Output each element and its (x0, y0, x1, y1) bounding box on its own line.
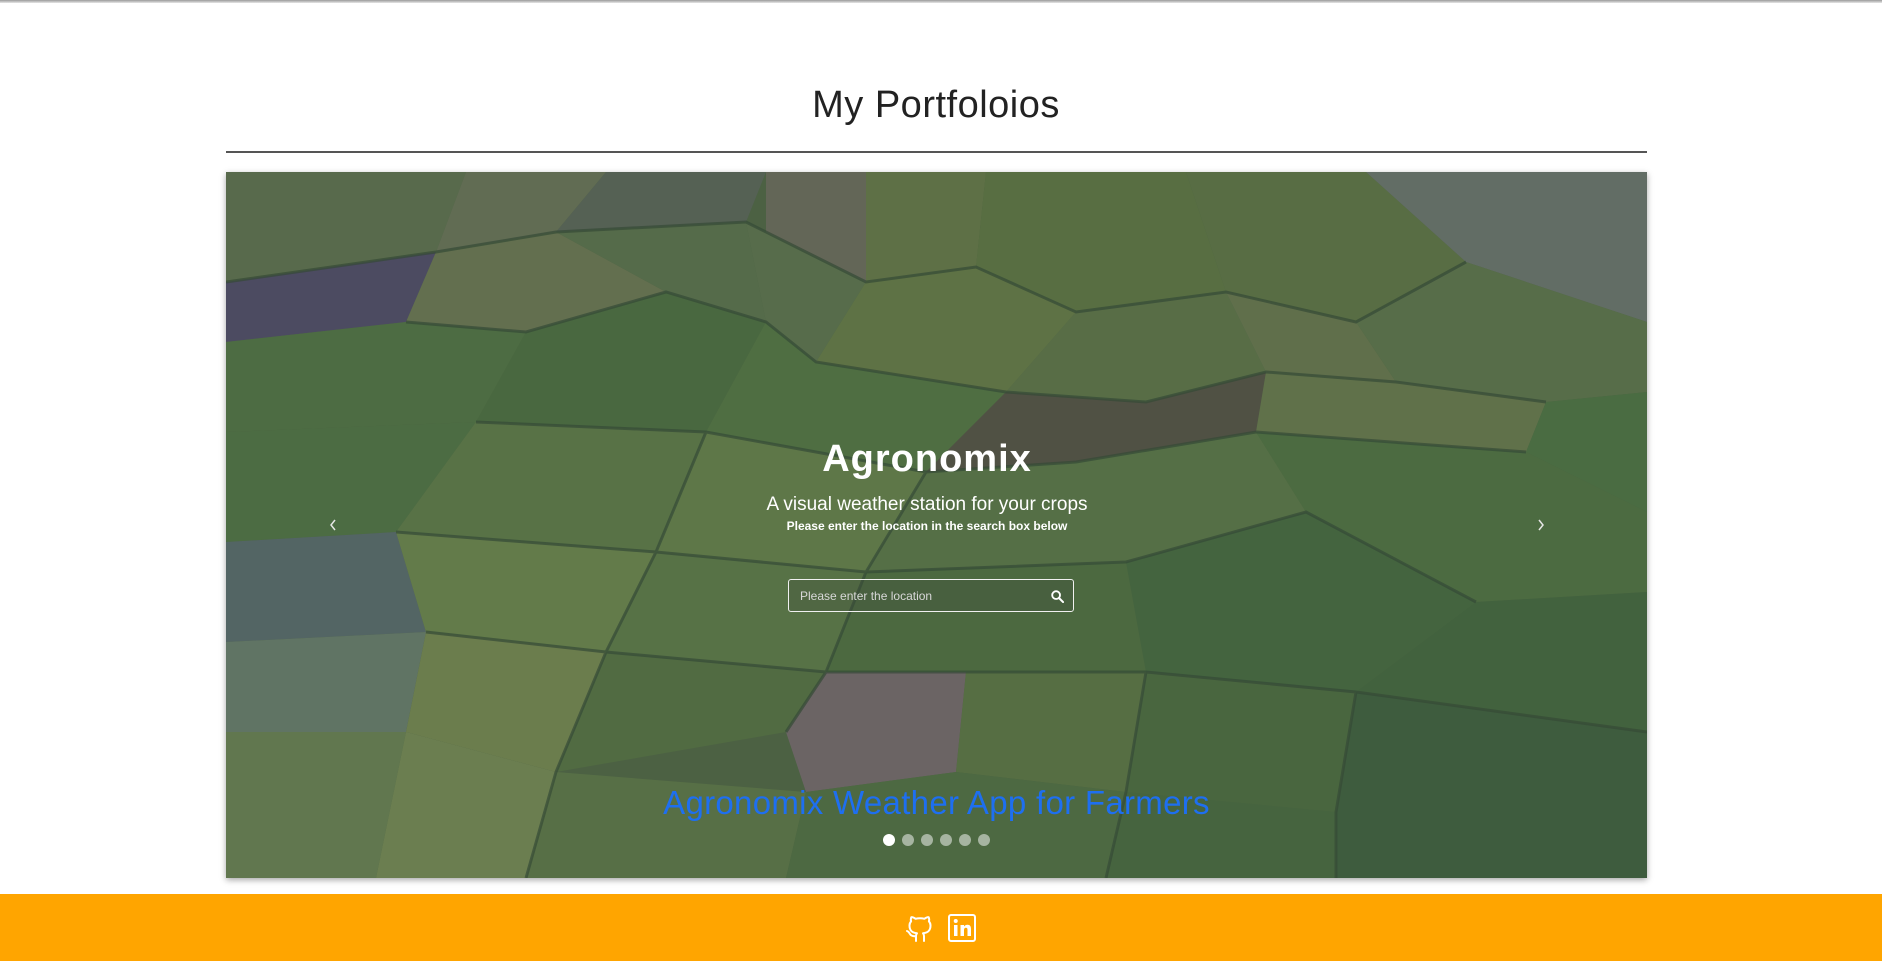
footer (0, 894, 1882, 961)
app-hint: Please enter the location in the search … (786, 519, 1068, 533)
app-subtitle: A visual weather station for your crops (766, 494, 1088, 515)
carousel-indicator-1[interactable] (883, 834, 895, 846)
carousel-indicators (226, 834, 1647, 846)
github-link[interactable] (903, 910, 937, 946)
location-search-box (788, 579, 1074, 612)
top-bar-shadow (0, 0, 1882, 3)
location-search-input[interactable] (789, 580, 1039, 611)
carousel-indicator-6[interactable] (978, 834, 990, 846)
carousel-next-button[interactable] (1526, 510, 1556, 540)
page-title: My Portfoloios (812, 84, 1060, 126)
chevron-left-icon (330, 519, 336, 531)
github-icon (906, 915, 932, 942)
linkedin-icon (948, 913, 976, 942)
carousel-indicator-4[interactable] (940, 834, 952, 846)
slide-caption: Agronomix Weather App for Farmers (663, 784, 1210, 821)
app-title: Agronomix (822, 438, 1032, 480)
carousel-indicator-5[interactable] (959, 834, 971, 846)
linkedin-link[interactable] (945, 910, 979, 946)
portfolio-carousel: Agronomix A visual weather station for y… (226, 172, 1647, 878)
carousel-indicator-2[interactable] (902, 834, 914, 846)
carousel-indicator-3[interactable] (921, 834, 933, 846)
chevron-right-icon (1538, 519, 1544, 531)
title-divider (226, 151, 1647, 153)
search-icon[interactable] (1047, 586, 1067, 606)
carousel-prev-button[interactable] (318, 510, 348, 540)
